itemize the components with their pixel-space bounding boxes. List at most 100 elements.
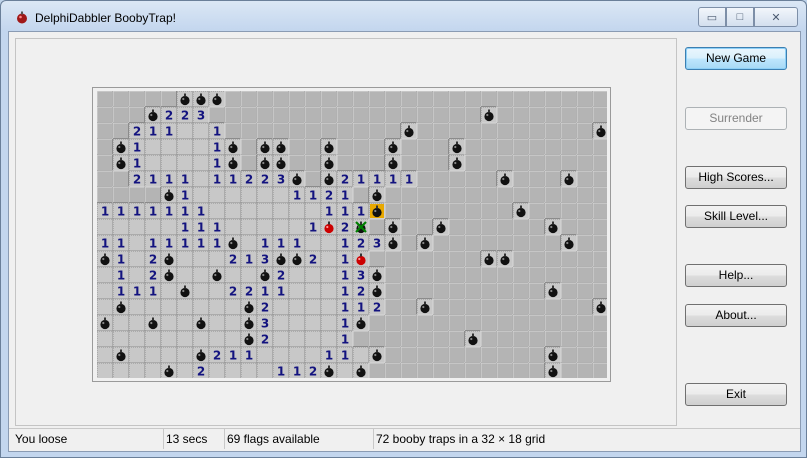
grid-cell-number[interactable]: 2: [192, 362, 210, 378]
grid-cell-hidden[interactable]: [480, 138, 498, 156]
grid-cell-number[interactable]: 1: [336, 282, 354, 300]
grid-cell-empty[interactable]: [224, 202, 242, 220]
grid-cell-hidden[interactable]: [480, 170, 498, 188]
grid-cell-hidden[interactable]: [416, 170, 434, 188]
grid-cell-hidden[interactable]: [480, 298, 498, 316]
grid-cell-number[interactable]: 1: [176, 186, 194, 204]
grid-cell-empty[interactable]: [192, 138, 210, 156]
grid-cell-hidden[interactable]: [592, 218, 607, 236]
grid-cell-hidden[interactable]: [576, 282, 594, 300]
grid-cell-hidden[interactable]: [400, 234, 418, 252]
grid-cell-hidden[interactable]: [544, 106, 562, 124]
grid-cell-hidden[interactable]: [512, 314, 530, 332]
grid-cell-hidden[interactable]: [528, 154, 546, 172]
grid-cell-hidden[interactable]: [352, 106, 370, 124]
grid-cell-number[interactable]: 2: [256, 330, 274, 348]
grid-cell-empty[interactable]: [160, 138, 178, 156]
grid-cell-hidden[interactable]: [272, 122, 290, 140]
exit-button[interactable]: Exit: [685, 383, 787, 406]
grid-cell-number[interactable]: 1: [112, 282, 130, 300]
grid-cell-hidden[interactable]: [528, 282, 546, 300]
grid-cell-number[interactable]: 1: [256, 282, 274, 300]
grid-cell-hidden[interactable]: [512, 250, 530, 268]
booby-trap-icon[interactable]: [544, 362, 562, 378]
grid-cell-hidden[interactable]: [304, 138, 322, 156]
booby-trap-icon[interactable]: [224, 138, 242, 156]
grid-cell-hidden[interactable]: [256, 91, 274, 108]
grid-cell-hidden[interactable]: [496, 314, 514, 332]
grid-cell-empty[interactable]: [224, 314, 242, 332]
grid-cell-empty[interactable]: [288, 330, 306, 348]
grid-cell-hidden[interactable]: [528, 122, 546, 140]
booby-trap-icon[interactable]: [112, 138, 130, 156]
booby-trap-icon[interactable]: [480, 106, 498, 124]
grid-cell-hidden[interactable]: [480, 282, 498, 300]
grid-cell-hidden[interactable]: [432, 138, 450, 156]
grid-cell-hidden[interactable]: [97, 106, 114, 124]
grid-cell-hidden[interactable]: [400, 202, 418, 220]
grid-cell-hidden[interactable]: [368, 218, 386, 236]
grid-cell-hidden[interactable]: [432, 362, 450, 378]
grid-cell-hidden[interactable]: [448, 234, 466, 252]
grid-cell-number[interactable]: 2: [304, 250, 322, 268]
booby-trap-icon[interactable]: [192, 91, 210, 108]
grid-cell-empty[interactable]: [160, 330, 178, 348]
grid-cell-empty[interactable]: [128, 346, 146, 364]
grid-cell-hidden[interactable]: [112, 122, 130, 140]
booby-trap-icon[interactable]: [592, 122, 607, 140]
grid-cell-hidden[interactable]: [368, 122, 386, 140]
grid-cell-hidden[interactable]: [464, 266, 482, 284]
grid-cell-empty[interactable]: [304, 266, 322, 284]
grid-cell-hidden[interactable]: [528, 234, 546, 252]
booby-trap-icon[interactable]: [496, 170, 514, 188]
grid-cell-hidden[interactable]: [288, 154, 306, 172]
grid-cell-hidden[interactable]: [304, 170, 322, 188]
grid-cell-hidden[interactable]: [384, 186, 402, 204]
grid-cell-hidden[interactable]: [576, 330, 594, 348]
grid-cell-empty[interactable]: [352, 346, 370, 364]
grid-cell-hidden[interactable]: [464, 154, 482, 172]
grid-cell-hidden[interactable]: [128, 106, 146, 124]
grid-cell-hidden[interactable]: [416, 138, 434, 156]
grid-cell-hidden[interactable]: [528, 250, 546, 268]
grid-cell-empty[interactable]: [128, 250, 146, 268]
grid-cell-empty[interactable]: [160, 154, 178, 172]
grid-cell-empty[interactable]: [208, 314, 226, 332]
grid-cell-hidden[interactable]: [544, 170, 562, 188]
grid-cell-empty[interactable]: [288, 266, 306, 284]
grid-cell-hidden[interactable]: [576, 106, 594, 124]
grid-cell-hidden[interactable]: [464, 314, 482, 332]
grid-cell-hidden[interactable]: [464, 250, 482, 268]
grid-cell-hidden[interactable]: [128, 91, 146, 108]
booby-trap-icon[interactable]: [592, 298, 607, 316]
grid-cell-hidden[interactable]: [448, 362, 466, 378]
grid-cell-empty[interactable]: [192, 330, 210, 348]
grid-cell-number[interactable]: 2: [128, 122, 146, 140]
grid-cell-hidden[interactable]: [352, 186, 370, 204]
grid-cell-hidden[interactable]: [416, 330, 434, 348]
grid-cell-number[interactable]: 1: [128, 282, 146, 300]
grid-cell-hidden[interactable]: [592, 234, 607, 252]
grid-cell-hidden[interactable]: [560, 138, 578, 156]
grid-cell-hidden[interactable]: [512, 362, 530, 378]
grid-cell-hidden[interactable]: [544, 154, 562, 172]
grid-cell-hidden[interactable]: [464, 218, 482, 236]
booby-trap-icon[interactable]: [544, 282, 562, 300]
grid-cell-empty[interactable]: [128, 234, 146, 252]
grid-cell-number[interactable]: 1: [144, 234, 162, 252]
grid-cell-hidden[interactable]: [97, 186, 114, 204]
grid-cell-empty[interactable]: [320, 314, 338, 332]
grid-cell-hidden[interactable]: [496, 218, 514, 236]
grid-cell-hidden[interactable]: [512, 282, 530, 300]
grid-cell-hidden[interactable]: [144, 91, 162, 108]
grid-cell-empty[interactable]: [336, 362, 354, 378]
grid-cell-hidden[interactable]: [560, 250, 578, 268]
grid-cell-empty[interactable]: [240, 234, 258, 252]
grid-cell-hidden[interactable]: [560, 298, 578, 316]
surrender-button[interactable]: Surrender: [685, 107, 787, 130]
grid-cell-empty[interactable]: [240, 218, 258, 236]
grid-cell-hidden[interactable]: [448, 298, 466, 316]
grid-cell-hidden[interactable]: [384, 266, 402, 284]
booby-trap-icon[interactable]: [320, 362, 338, 378]
grid-cell-hidden[interactable]: [464, 202, 482, 220]
